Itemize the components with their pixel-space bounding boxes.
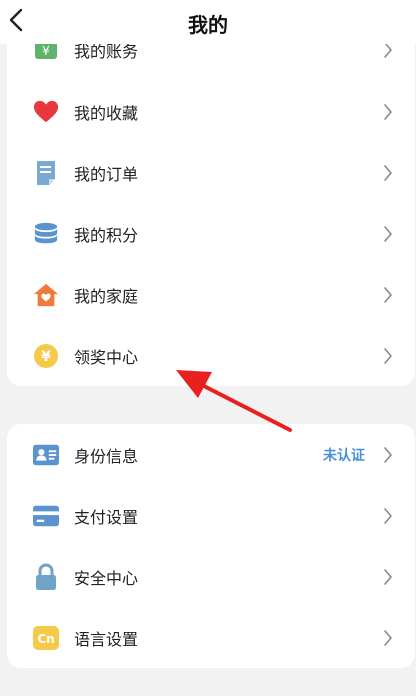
language-cn-icon: Cn xyxy=(33,625,59,651)
svg-text:¥: ¥ xyxy=(41,349,51,365)
verification-status: 未认证 xyxy=(323,447,365,464)
svg-text:Cn: Cn xyxy=(37,632,54,646)
menu-item-identity[interactable]: 身份信息 未认证 xyxy=(7,424,415,485)
page-title: 我的 xyxy=(188,13,228,37)
points-stack-icon xyxy=(33,221,59,247)
chevron-right-icon xyxy=(384,164,392,181)
menu-item-label: 身份信息 xyxy=(74,446,139,466)
menu-item-label: 我的订单 xyxy=(74,164,139,184)
menu-item-label: 安全中心 xyxy=(74,568,139,588)
account-menu-card: ¥ 我的账务 我的收藏 我的订单 我的积分 我的家庭 ¥ 领奖中心 xyxy=(7,20,415,386)
home-icon xyxy=(33,282,59,308)
svg-text:¥: ¥ xyxy=(42,44,50,58)
top-bar: 我的 xyxy=(0,0,416,44)
chevron-right-icon xyxy=(384,629,392,646)
id-card-icon xyxy=(33,442,59,468)
menu-item-rewards-center[interactable]: ¥ 领奖中心 xyxy=(7,325,415,386)
lock-icon xyxy=(33,562,59,590)
menu-item-label: 语言设置 xyxy=(74,629,139,649)
heart-icon xyxy=(33,99,59,125)
menu-item-label: 我的家庭 xyxy=(74,286,139,306)
menu-item-language-settings[interactable]: Cn 语言设置 xyxy=(7,607,415,668)
menu-item-orders[interactable]: 我的订单 xyxy=(7,142,415,203)
chevron-right-icon xyxy=(384,446,392,463)
settings-menu-card: 身份信息 未认证 支付设置 安全中心 Cn 语言设置 xyxy=(7,424,415,668)
menu-item-points[interactable]: 我的积分 xyxy=(7,203,415,264)
menu-item-favorites[interactable]: 我的收藏 xyxy=(7,81,415,142)
chevron-right-icon xyxy=(384,225,392,242)
menu-item-label: 我的积分 xyxy=(74,225,139,245)
yen-coin-icon: ¥ xyxy=(33,343,59,369)
chevron-right-icon xyxy=(384,286,392,303)
menu-item-payment-settings[interactable]: 支付设置 xyxy=(7,485,415,546)
order-document-icon xyxy=(33,160,59,186)
chevron-right-icon xyxy=(384,507,392,524)
chevron-right-icon xyxy=(384,568,392,585)
menu-item-label: 我的收藏 xyxy=(74,103,139,123)
menu-item-family[interactable]: 我的家庭 xyxy=(7,264,415,325)
chevron-right-icon xyxy=(384,347,392,364)
menu-item-security-center[interactable]: 安全中心 xyxy=(7,546,415,607)
credit-card-icon xyxy=(33,503,59,529)
menu-item-label: 领奖中心 xyxy=(74,347,139,367)
chevron-right-icon xyxy=(384,103,392,120)
menu-item-label: 支付设置 xyxy=(74,507,139,527)
